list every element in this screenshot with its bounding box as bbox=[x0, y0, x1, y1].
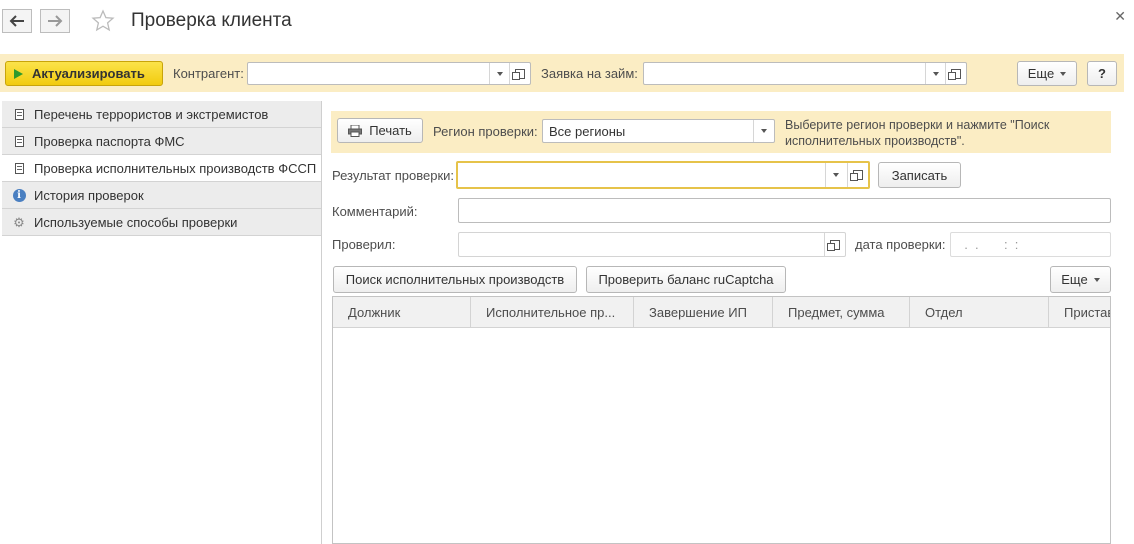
print-button[interactable]: Печать bbox=[337, 118, 423, 143]
column-header[interactable]: Пристав bbox=[1049, 297, 1110, 328]
loan-field[interactable] bbox=[643, 62, 967, 85]
gear-icon: ⚙ bbox=[13, 214, 25, 230]
region-select-value[interactable] bbox=[543, 120, 753, 142]
sidebar-item-methods[interactable]: ⚙ Используемые способы проверки bbox=[2, 209, 322, 236]
sidebar-item-label: Перечень террористов и экстремистов bbox=[34, 106, 269, 122]
arrow-left-icon bbox=[9, 15, 24, 27]
save-button-label: Записать bbox=[891, 167, 948, 183]
column-header[interactable]: Должник bbox=[333, 297, 471, 328]
checked-by-input[interactable] bbox=[459, 233, 824, 256]
region-label: Регион проверки: bbox=[433, 124, 538, 139]
comment-input[interactable] bbox=[459, 199, 1110, 222]
column-header[interactable]: Исполнительное пр... bbox=[471, 297, 634, 328]
chevron-down-icon[interactable] bbox=[489, 63, 510, 84]
more-button[interactable]: Еще bbox=[1017, 61, 1077, 86]
document-icon bbox=[12, 161, 26, 175]
column-header[interactable]: Отдел bbox=[910, 297, 1049, 328]
sidebar-item-label: Проверка паспорта ФМС bbox=[34, 133, 185, 149]
page-title: Проверка клиента bbox=[131, 10, 292, 31]
table-header: Должник Исполнительное пр... Завершение … bbox=[333, 297, 1110, 328]
forward-button[interactable] bbox=[40, 9, 70, 33]
counterparty-label: Контрагент: bbox=[173, 66, 244, 81]
sidebar-item-label: Используемые способы проверки bbox=[34, 214, 238, 230]
region-select[interactable] bbox=[542, 119, 775, 143]
proceedings-table[interactable]: Должник Исполнительное пр... Завершение … bbox=[332, 296, 1111, 544]
chevron-down-icon bbox=[1060, 71, 1067, 76]
close-icon[interactable]: ✕ bbox=[1114, 8, 1126, 25]
chevron-down-icon bbox=[1093, 277, 1100, 282]
sidebar-item-fssp[interactable]: Проверка исполнительных производств ФССП bbox=[2, 155, 322, 182]
printer-icon bbox=[348, 124, 363, 137]
comment-field[interactable] bbox=[458, 198, 1111, 223]
help-button-label: ? bbox=[1098, 66, 1106, 81]
result-input[interactable] bbox=[458, 163, 823, 187]
table-more-button[interactable]: Еще bbox=[1050, 266, 1111, 293]
loan-input[interactable] bbox=[644, 63, 924, 84]
sidebar-item-history[interactable]: i История проверок bbox=[2, 182, 322, 209]
check-balance-button[interactable]: Проверить баланс ruCaptcha bbox=[586, 266, 786, 293]
sidebar-item-label: История проверок bbox=[34, 187, 144, 203]
chevron-down-icon[interactable] bbox=[753, 120, 774, 142]
result-label: Результат проверки: bbox=[332, 168, 455, 183]
loan-label: Заявка на займ: bbox=[541, 66, 638, 81]
more-button-label: Еще bbox=[1027, 66, 1055, 81]
counterparty-input[interactable] bbox=[248, 63, 488, 84]
refresh-button[interactable]: Актуализировать bbox=[5, 61, 163, 86]
document-icon bbox=[12, 134, 26, 148]
sidebar: Перечень террористов и экстремистов Пров… bbox=[2, 101, 322, 236]
search-proceedings-label: Поиск исполнительных производств bbox=[345, 272, 565, 287]
back-button[interactable] bbox=[2, 9, 32, 33]
print-button-label: Печать bbox=[369, 123, 412, 138]
sidebar-item-passport-fms[interactable]: Проверка паспорта ФМС bbox=[2, 128, 322, 155]
arrow-right-icon bbox=[48, 15, 63, 27]
info-icon: i bbox=[12, 188, 26, 202]
check-date-field[interactable] bbox=[950, 232, 1111, 257]
check-date-label: дата проверки: bbox=[855, 237, 946, 252]
open-icon[interactable] bbox=[509, 63, 530, 84]
help-button[interactable]: ? bbox=[1087, 61, 1117, 86]
refresh-button-label: Актуализировать bbox=[32, 66, 145, 81]
document-icon bbox=[12, 107, 26, 121]
save-button[interactable]: Записать bbox=[878, 162, 961, 188]
chevron-down-icon[interactable] bbox=[825, 163, 846, 187]
result-field[interactable] bbox=[456, 161, 870, 189]
counterparty-field[interactable] bbox=[247, 62, 531, 85]
sidebar-item-label: Проверка исполнительных производств ФССП bbox=[34, 160, 317, 176]
favorite-star-icon[interactable] bbox=[91, 9, 115, 36]
sidebar-item-terrorists[interactable]: Перечень террористов и экстремистов bbox=[2, 101, 322, 128]
open-icon[interactable] bbox=[824, 233, 845, 256]
search-proceedings-button[interactable]: Поиск исполнительных производств bbox=[333, 266, 577, 293]
checked-by-label: Проверил: bbox=[332, 237, 396, 252]
play-icon bbox=[14, 68, 23, 79]
table-more-label: Еще bbox=[1061, 272, 1088, 287]
chevron-down-icon[interactable] bbox=[925, 63, 946, 84]
check-balance-label: Проверить баланс ruCaptcha bbox=[598, 272, 774, 287]
comment-label: Комментарий: bbox=[332, 204, 418, 219]
hint-text: Выберите регион проверки и нажмите "Поис… bbox=[785, 118, 1050, 148]
open-icon[interactable] bbox=[847, 163, 868, 187]
pane-divider bbox=[321, 101, 322, 544]
column-header[interactable]: Завершение ИП bbox=[634, 297, 773, 328]
check-date-input[interactable] bbox=[951, 233, 1110, 256]
open-icon[interactable] bbox=[945, 63, 966, 84]
column-header[interactable]: Предмет, сумма bbox=[773, 297, 910, 328]
checked-by-field[interactable] bbox=[458, 232, 846, 257]
